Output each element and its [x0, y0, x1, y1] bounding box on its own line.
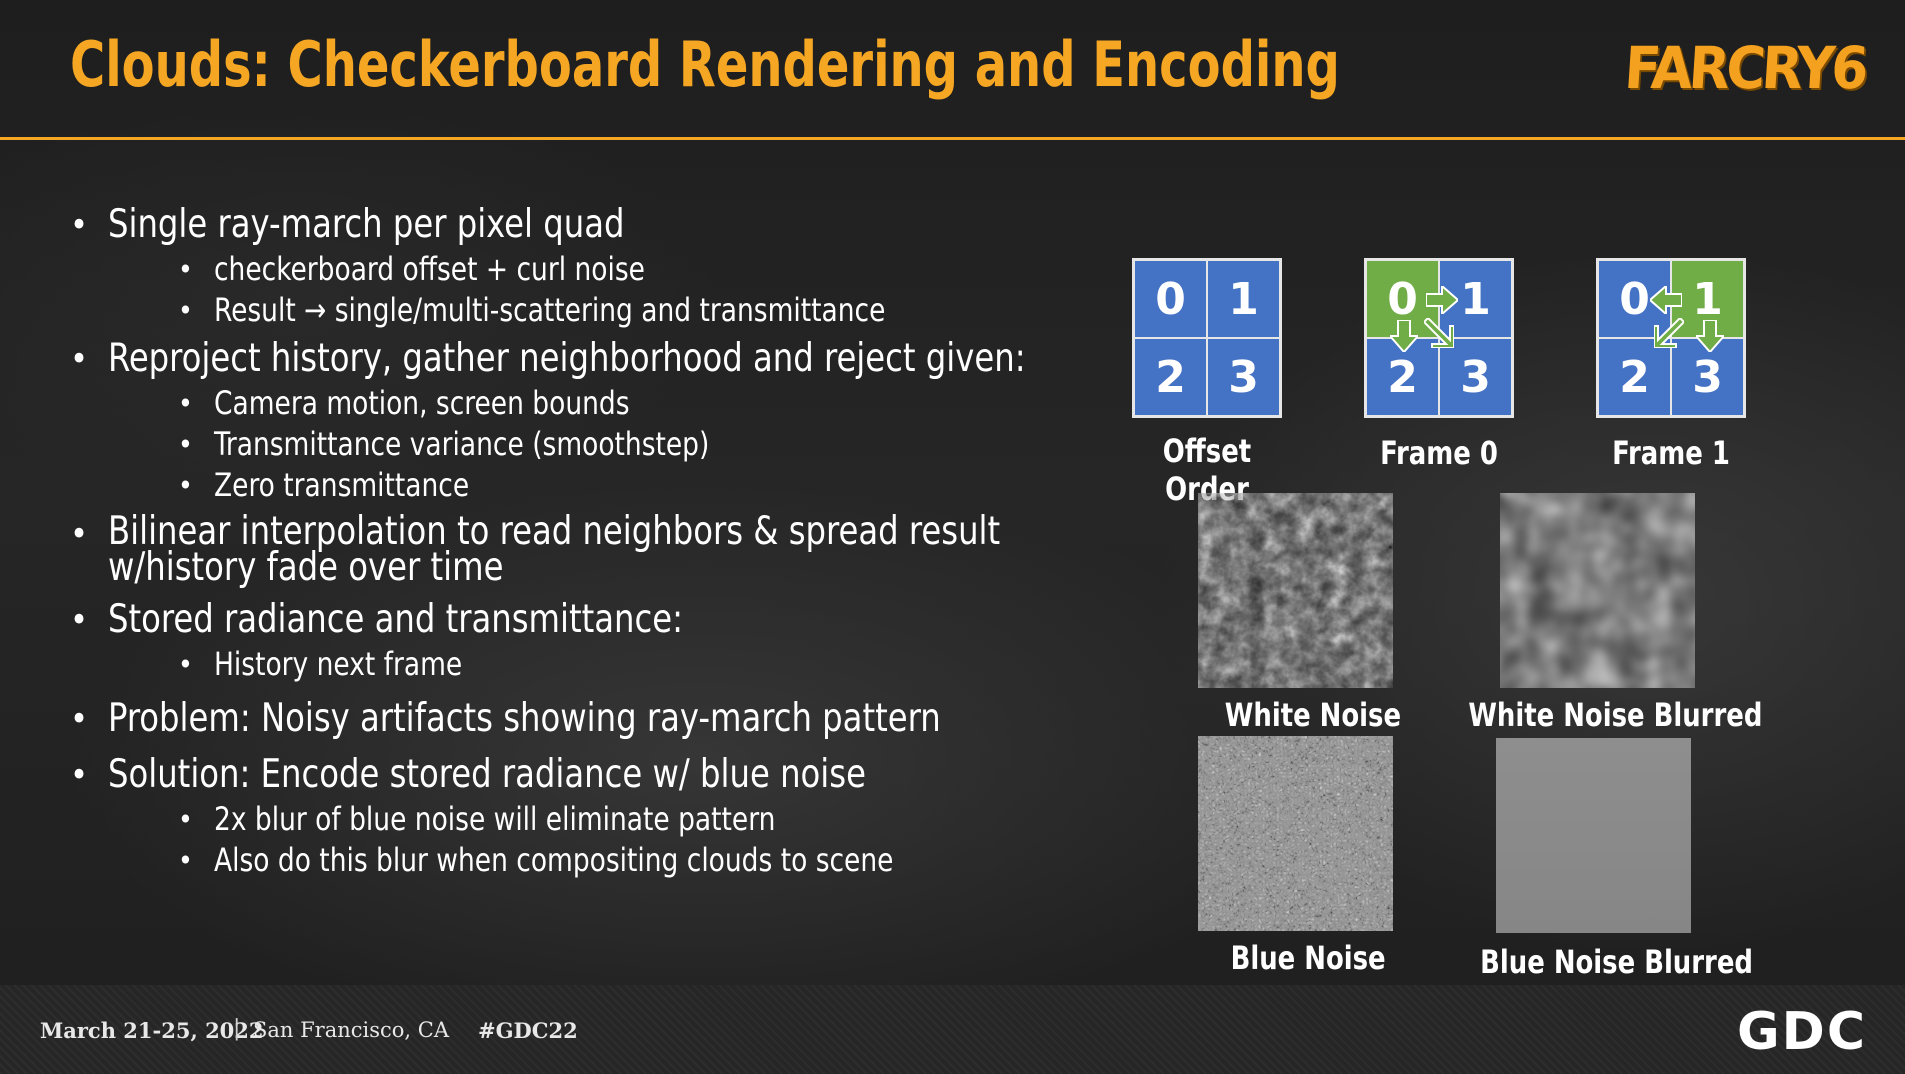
bullet-text: Problem: Noisy artifacts showing ray-mar… [108, 696, 941, 741]
title-divider [0, 137, 1905, 140]
sub-bullet-item: Camera motion, screen bounds [178, 383, 1090, 424]
bullet-item: Solution: Encode stored radiance w/ blue… [70, 752, 1090, 882]
bullet-item: Single ray-march per pixel quad checkerb… [70, 202, 1090, 332]
blue-noise-blurred-image [1496, 738, 1691, 933]
sub-bullet-text: Also do this blur when compositing cloud… [214, 841, 894, 879]
sub-bullet-text: History next frame [214, 645, 463, 683]
sub-bullet-list: History next frame [108, 644, 1090, 685]
bullet-item: Problem: Noisy artifacts showing ray-mar… [70, 696, 1090, 741]
white-noise-blurred-label: White Noise Blurred [1468, 696, 1763, 734]
grid-cell: 0 [1134, 260, 1207, 338]
sub-bullet-item: History next frame [178, 644, 1090, 685]
blue-noise-image [1198, 736, 1393, 931]
offset-order-grid: 0 1 2 3 [1132, 258, 1282, 418]
frame-1-label: Frame 1 [1612, 434, 1730, 472]
sub-bullet-list: 2x blur of blue noise will eliminate pat… [108, 799, 1090, 881]
sub-bullet-text: 2x blur of blue noise will eliminate pat… [214, 800, 776, 838]
sub-bullet-item: Zero transmittance [178, 465, 1090, 506]
sub-bullet-item: checkerboard offset + curl noise [178, 249, 1090, 290]
sub-bullet-item: Transmittance variance (smoothstep) [178, 424, 1090, 465]
bullet-text: Reproject history, gather neighborhood a… [108, 336, 1026, 381]
sub-bullet-text: checkerboard offset + curl noise [214, 250, 645, 288]
slide-title: Clouds: Checkerboard Rendering and Encod… [70, 28, 1340, 101]
sub-bullet-list: checkerboard offset + curl noise Result … [108, 249, 1090, 331]
sub-bullet-text: Result → single/multi-scattering and tra… [214, 291, 886, 329]
white-noise-image [1198, 493, 1393, 688]
blue-noise-label: Blue Noise [1230, 939, 1386, 977]
bullet-text: Solution: Encode stored radiance w/ blue… [108, 752, 866, 797]
frame-0-label: Frame 0 [1380, 434, 1498, 472]
arrow-diagonal-icon [1424, 318, 1454, 348]
blue-noise-blurred-label: Blue Noise Blurred [1480, 943, 1753, 981]
sub-bullet-text: Transmittance variance (smoothstep) [214, 425, 710, 463]
bullet-item: Stored radiance and transmittance: Histo… [70, 597, 1090, 686]
arrow-left-icon [1650, 286, 1682, 314]
bullet-item: Reproject history, gather neighborhood a… [70, 336, 1090, 507]
sub-bullet-item: 2x blur of blue noise will eliminate pat… [178, 799, 1090, 840]
event-date: March 21-25, 2022 [40, 1018, 264, 1043]
sub-bullet-text: Zero transmittance [214, 466, 470, 504]
sub-bullet-item: Also do this blur when compositing cloud… [178, 840, 1090, 881]
bullet-text: Single ray-march per pixel quad [108, 202, 625, 247]
arrow-diagonal-icon [1654, 318, 1684, 348]
white-noise-blurred-image [1500, 493, 1695, 688]
sub-bullet-text: Camera motion, screen bounds [214, 384, 630, 422]
event-location: San Francisco, CA [253, 1018, 450, 1042]
grid-cell: 2 [1134, 338, 1207, 416]
event-hashtag: #GDC22 [478, 1018, 578, 1043]
bullet-list: Single ray-march per pixel quad checkerb… [70, 205, 1090, 889]
arrow-right-icon [1426, 286, 1458, 314]
farcry6-logo: FARCRY6 [1622, 34, 1867, 102]
sub-bullet-item: Result → single/multi-scattering and tra… [178, 290, 1090, 331]
footer-separator: | [233, 1016, 241, 1041]
grid-cell: 3 [1439, 338, 1512, 416]
arrow-down-icon [1696, 320, 1724, 352]
gdc-logo: GDC [1736, 1002, 1867, 1062]
bullet-text: Stored radiance and transmittance: [108, 597, 684, 642]
grid-cell: 3 [1207, 338, 1280, 416]
sub-bullet-list: Camera motion, screen bounds Transmittan… [108, 383, 1090, 506]
white-noise-label: White Noise [1224, 696, 1402, 734]
arrow-down-icon [1390, 320, 1418, 352]
grid-cell: 2 [1598, 338, 1671, 416]
bullet-item: Bilinear interpolation to read neighbors… [70, 509, 1090, 590]
grid-cell: 1 [1207, 260, 1280, 338]
bullet-text: Bilinear interpolation to read neighbors… [108, 509, 1001, 590]
